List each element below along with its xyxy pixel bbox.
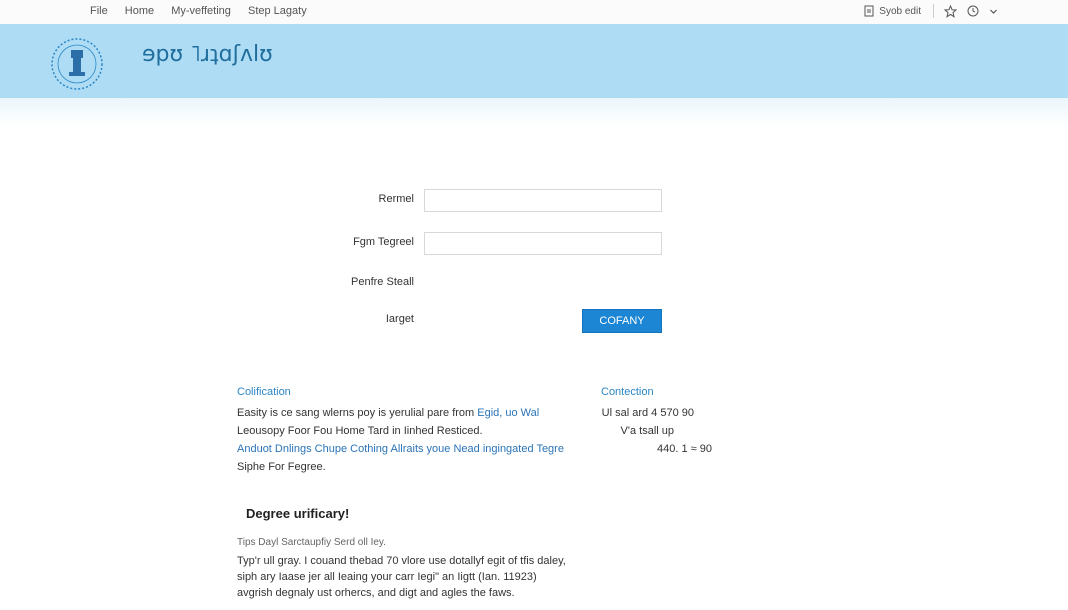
top-right-tools: Syob edit: [853, 4, 998, 18]
button-row-label: Iarget: [385, 313, 414, 325]
star-icon: [944, 4, 957, 18]
left-line-4: Siphe For Fegree.: [237, 461, 326, 473]
nav-item-my[interactable]: My-veffeting: [171, 5, 231, 17]
static-label: Penfre Steall: [351, 276, 414, 288]
field1-label: Rermel: [378, 193, 414, 205]
left-line-1: Easity is ce sang wlerns poy is yerulial…: [237, 407, 539, 419]
chevron-down-icon: [989, 7, 998, 16]
file-icon: [863, 5, 875, 17]
right-section-heading: Contection: [601, 386, 654, 398]
degree-subtitle: Tips Dayl Sarctaupfiy Serd oll Iey.: [237, 537, 386, 548]
left-section-heading: Colification: [237, 386, 291, 398]
right-line-1: Ul sal ard 4 570 90: [601, 407, 694, 419]
history-button[interactable]: [967, 5, 979, 17]
clock-icon: [967, 5, 979, 17]
nav-item-step[interactable]: Step Lagaty: [248, 5, 307, 17]
menu-dropdown-button[interactable]: [989, 7, 998, 16]
emblem-icon: [46, 36, 108, 92]
file-edit-button[interactable]: Syob edit: [863, 5, 921, 17]
right-line-3: 440. 1 ≈ 90: [657, 443, 712, 455]
left-line-1-text: Easity is ce sang wlerns poy is yerulial…: [237, 407, 478, 419]
right-line-2: V'a tsall up: [620, 425, 674, 437]
left-line-3-link[interactable]: Anduot Dnlings Chupe Cothing Allraits yo…: [237, 443, 564, 455]
top-menu-bar: File Home My-veffeting Step Lagaty Syob …: [0, 0, 1068, 24]
degree-line-1: Typ'r ull gray. I couand thebad 70 vlore…: [237, 555, 566, 567]
top-nav: File Home My-veffeting Step Lagaty: [90, 5, 321, 17]
toolbar-divider: [933, 4, 934, 18]
degree-title: Degree urificary!: [246, 506, 350, 521]
degree-line-3: avgrish degnaly ust orhercs, and digt an…: [237, 587, 515, 599]
left-line-1-link[interactable]: Egid, uo Wal: [477, 407, 539, 419]
left-line-2: Leousopy Foor Fou Home Tard in Iinhed Re…: [237, 425, 483, 437]
favorite-button[interactable]: [944, 4, 957, 18]
nav-item-file[interactable]: File: [90, 5, 108, 17]
file-edit-label: Syob edit: [879, 5, 921, 17]
field2-input[interactable]: [424, 232, 662, 255]
field1-input[interactable]: [424, 189, 662, 212]
banner-shadow: [0, 98, 1068, 126]
submit-button[interactable]: COFANY: [582, 309, 662, 333]
nav-item-home[interactable]: Home: [125, 5, 154, 17]
degree-line-2: siph ary Iaase jer all Ieaing your carr …: [237, 571, 537, 583]
field2-label: Fgm Tegreel: [353, 236, 414, 248]
page-title: ɘpʊ ˥ɹʇɑʃʌlʊ: [142, 42, 273, 67]
